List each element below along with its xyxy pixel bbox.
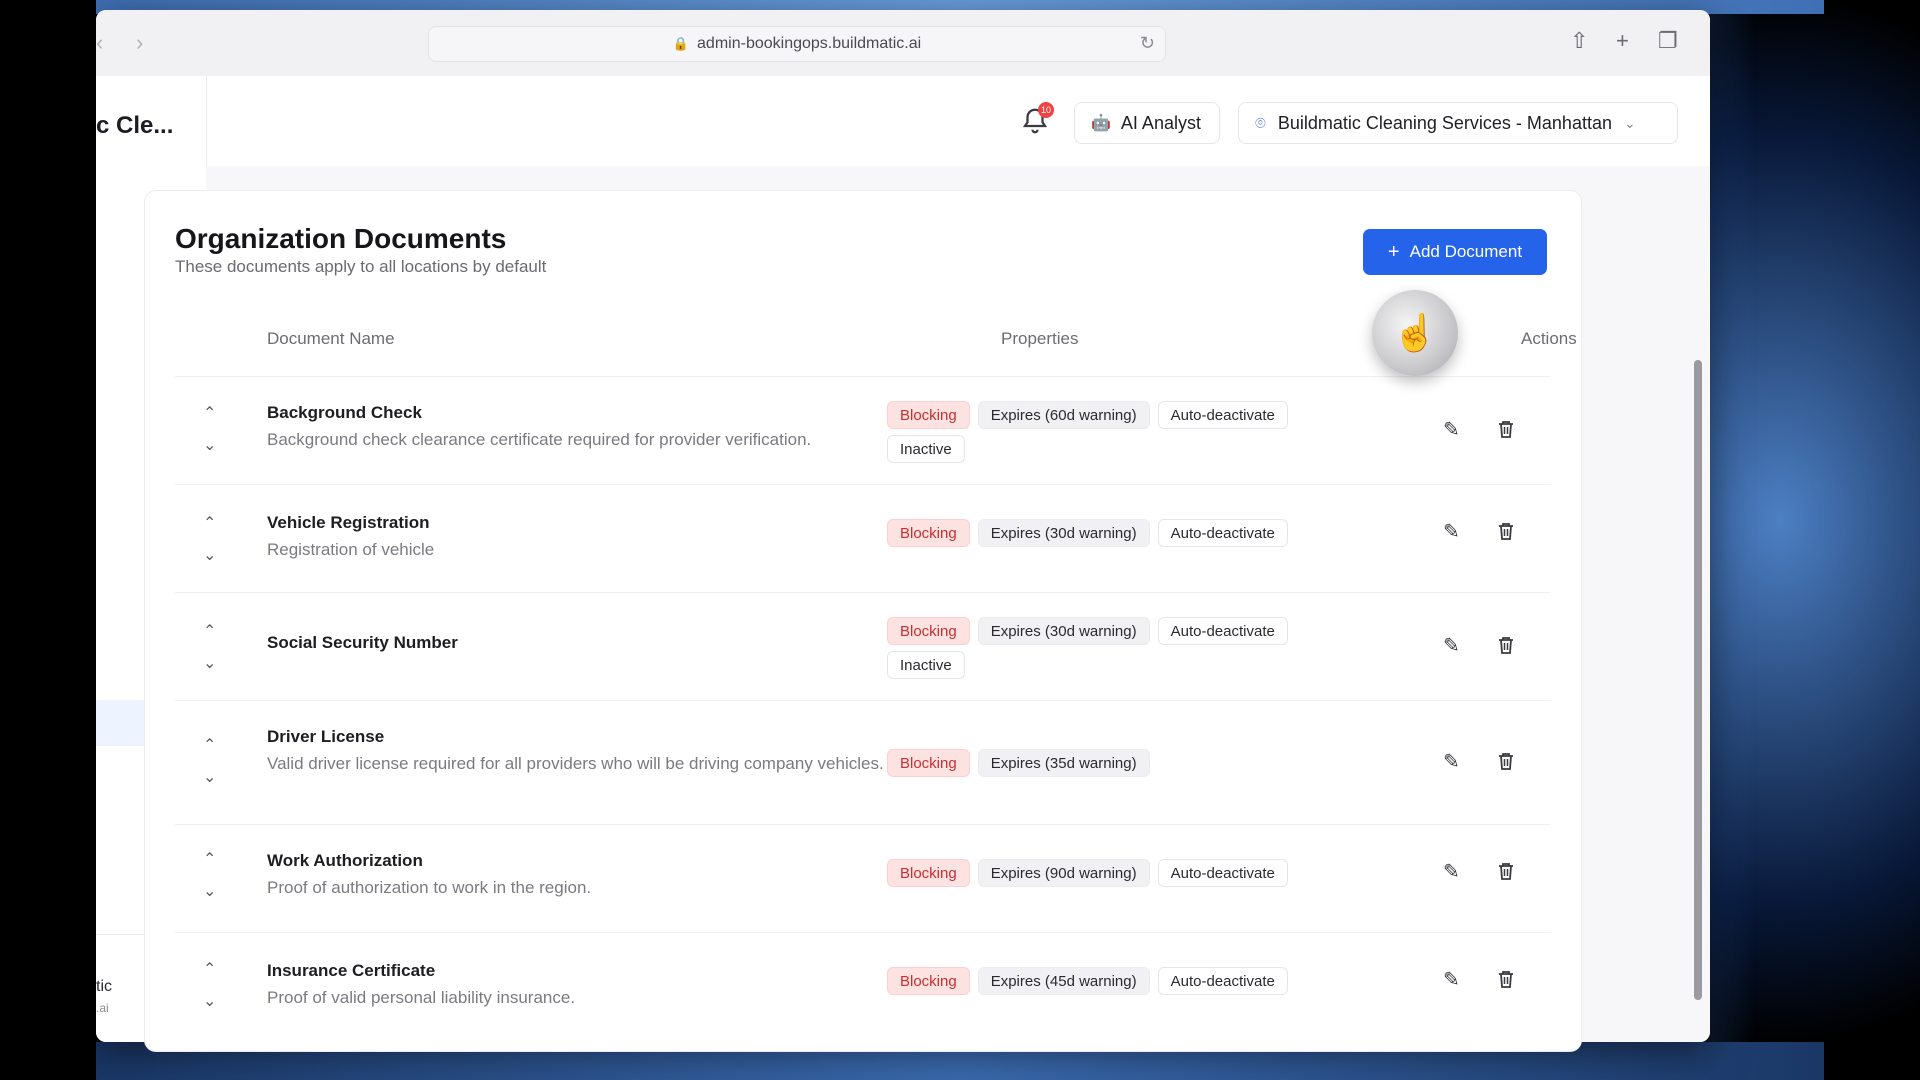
reload-icon[interactable]: ↻ — [1140, 33, 1155, 54]
property-badge: Blocking — [887, 859, 970, 887]
table-row: ⌃ ⌄ Background Check Background check clear… — [175, 376, 1551, 485]
chevron-down-icon: ⌄ — [1623, 114, 1636, 131]
move-down-icon[interactable]: ⌄ — [203, 767, 216, 787]
browser-toolbar: ‹ › 🔒 admin-bookingops.buildmatic.ai ↻ ⇧… — [96, 10, 1710, 77]
property-badge: Auto-deactivate — [1157, 617, 1288, 645]
document-properties: Blocking Expires (30d warning) Auto-deacti… — [887, 519, 1357, 547]
document-properties: Blocking Expires (60d warning) Auto-deacti… — [887, 401, 1357, 463]
move-down-icon[interactable]: ⌄ — [203, 881, 216, 901]
app-header: 10 🤖 AI Analyst ⌾ Buildmatic Cleaning Se… — [96, 76, 1710, 167]
document-name: Work Authorization — [267, 851, 423, 870]
document-name: Insurance Certificate — [267, 961, 436, 980]
document-description: Proof of authorization to work in the re… — [267, 878, 592, 897]
page-subtitle: These documents apply to all locations b… — [175, 257, 547, 276]
property-badge: Expires (60d warning) — [977, 401, 1150, 429]
edit-icon[interactable]: ✎ — [1443, 859, 1460, 884]
table-row: ⌃ ⌄ Vehicle Registration Registration of ve… — [175, 484, 1551, 593]
property-badge: Inactive — [887, 651, 965, 679]
document-name: Social Security Number — [267, 633, 458, 652]
edit-icon[interactable]: ✎ — [1443, 519, 1460, 544]
move-up-icon[interactable]: ⌃ — [203, 403, 216, 423]
property-badge: Blocking — [887, 749, 970, 777]
trash-icon[interactable] — [1497, 861, 1515, 887]
document-description: Proof of valid personal liability insura… — [267, 988, 576, 1007]
move-down-icon[interactable]: ⌄ — [203, 991, 216, 1011]
property-badge: Auto-deactivate — [1157, 519, 1288, 547]
add-document-button[interactable]: + Add Document — [1363, 229, 1547, 275]
scrollbar[interactable] — [1694, 360, 1702, 1000]
column-header-properties: Properties — [1001, 329, 1079, 348]
trash-icon[interactable] — [1497, 419, 1515, 445]
move-up-icon[interactable]: ⌃ — [203, 513, 216, 533]
add-document-label: Add Document — [1409, 242, 1523, 261]
property-badge: Expires (90d warning) — [977, 859, 1150, 887]
move-down-icon[interactable]: ⌄ — [203, 545, 216, 565]
move-up-icon[interactable]: ⌃ — [203, 735, 216, 755]
edit-icon[interactable]: ✎ — [1443, 417, 1460, 442]
document-properties: Blocking Expires (30d warning) Auto-deacti… — [887, 617, 1357, 679]
edit-icon[interactable]: ✎ — [1443, 633, 1460, 658]
brand-name: c Cle... — [96, 112, 174, 139]
property-badge: Blocking — [887, 967, 970, 995]
property-badge: Blocking — [887, 519, 970, 547]
trash-icon[interactable] — [1497, 635, 1515, 661]
sidebar-user-name[interactable]: tic — [96, 978, 112, 996]
document-properties: Blocking Expires (45d warning) Auto-deacti… — [887, 967, 1357, 995]
location-pin-icon: ⌾ — [1255, 112, 1266, 133]
move-up-icon[interactable]: ⌃ — [203, 959, 216, 979]
location-label: Buildmatic Cleaning Services - Manhattan — [1277, 112, 1612, 133]
move-up-icon[interactable]: ⌃ — [203, 849, 216, 869]
property-badge: Blocking — [887, 617, 970, 645]
table-row: ⌃ ⌄ Social Security Number Blocking Expires … — [175, 592, 1551, 701]
column-header-actions: Actions — [1521, 329, 1577, 348]
plus-icon: + — [1387, 240, 1400, 263]
document-description: Valid driver license required for all pr… — [267, 754, 884, 773]
sidebar-user-email: .ai — [96, 1001, 109, 1015]
ai-analyst-button[interactable]: 🤖 AI Analyst — [1074, 102, 1220, 144]
column-header-name: Document Name — [267, 329, 395, 348]
document-name: Driver License — [267, 727, 385, 746]
share-icon[interactable]: ⇧ — [1570, 28, 1588, 54]
trash-icon[interactable] — [1497, 521, 1515, 547]
edit-icon[interactable]: ✎ — [1443, 749, 1460, 774]
forward-icon[interactable]: › — [136, 30, 143, 56]
property-badge: Auto-deactivate — [1157, 967, 1288, 995]
move-up-icon[interactable]: ⌃ — [203, 621, 216, 641]
trash-icon[interactable] — [1497, 751, 1515, 777]
table-row: ⌃ ⌄ Insurance Certificate Proof of valid pe… — [175, 932, 1551, 1041]
move-down-icon[interactable]: ⌄ — [203, 653, 216, 673]
property-badge: Inactive — [887, 435, 965, 463]
property-badge: Expires (30d warning) — [977, 519, 1150, 547]
edit-icon[interactable]: ✎ — [1443, 967, 1460, 992]
property-badge: Auto-deactivate — [1157, 859, 1288, 887]
table-row: ⌃ ⌄ Work Authorization Proof of authorizati… — [175, 824, 1551, 933]
property-badge: Expires (35d warning) — [977, 749, 1150, 777]
robot-icon: 🤖 — [1091, 115, 1111, 132]
notification-badge: 10 — [1038, 102, 1054, 118]
ai-analyst-label: AI Analyst — [1120, 112, 1201, 133]
property-badge: Blocking — [887, 401, 970, 429]
back-icon[interactable]: ‹ — [96, 30, 103, 56]
property-badge: Expires (45d warning) — [977, 967, 1150, 995]
property-badge: Expires (30d warning) — [977, 617, 1150, 645]
table-row: ⌃ ⌄ Driver License Valid driver license req… — [175, 700, 1551, 825]
hand-cursor-icon: ☝ — [1372, 290, 1458, 376]
organization-documents-card: Organization Documents These documents a… — [144, 190, 1582, 1052]
new-tab-icon[interactable]: + — [1616, 28, 1629, 54]
move-down-icon[interactable]: ⌄ — [203, 435, 216, 455]
document-description: Registration of vehicle — [267, 540, 435, 559]
document-name: Vehicle Registration — [267, 513, 430, 532]
document-description: Background check clearance certificate r… — [267, 430, 812, 449]
document-properties: Blocking Expires (90d warning) Auto-deacti… — [887, 859, 1357, 887]
document-name: Background Check — [267, 403, 422, 422]
document-properties: Blocking Expires (35d warning) — [887, 749, 1357, 777]
property-badge: Auto-deactivate — [1157, 401, 1288, 429]
url-text: admin-bookingops.buildmatic.ai — [697, 35, 922, 52]
lock-icon: 🔒 — [672, 36, 690, 51]
trash-icon[interactable] — [1497, 969, 1515, 995]
page-title: Organization Documents — [175, 223, 507, 254]
location-selector[interactable]: ⌾ Buildmatic Cleaning Services - Manhatt… — [1238, 102, 1678, 144]
address-bar[interactable]: 🔒 admin-bookingops.buildmatic.ai ↻ — [428, 26, 1166, 62]
tabs-overview-icon[interactable]: ❐ — [1658, 28, 1678, 54]
